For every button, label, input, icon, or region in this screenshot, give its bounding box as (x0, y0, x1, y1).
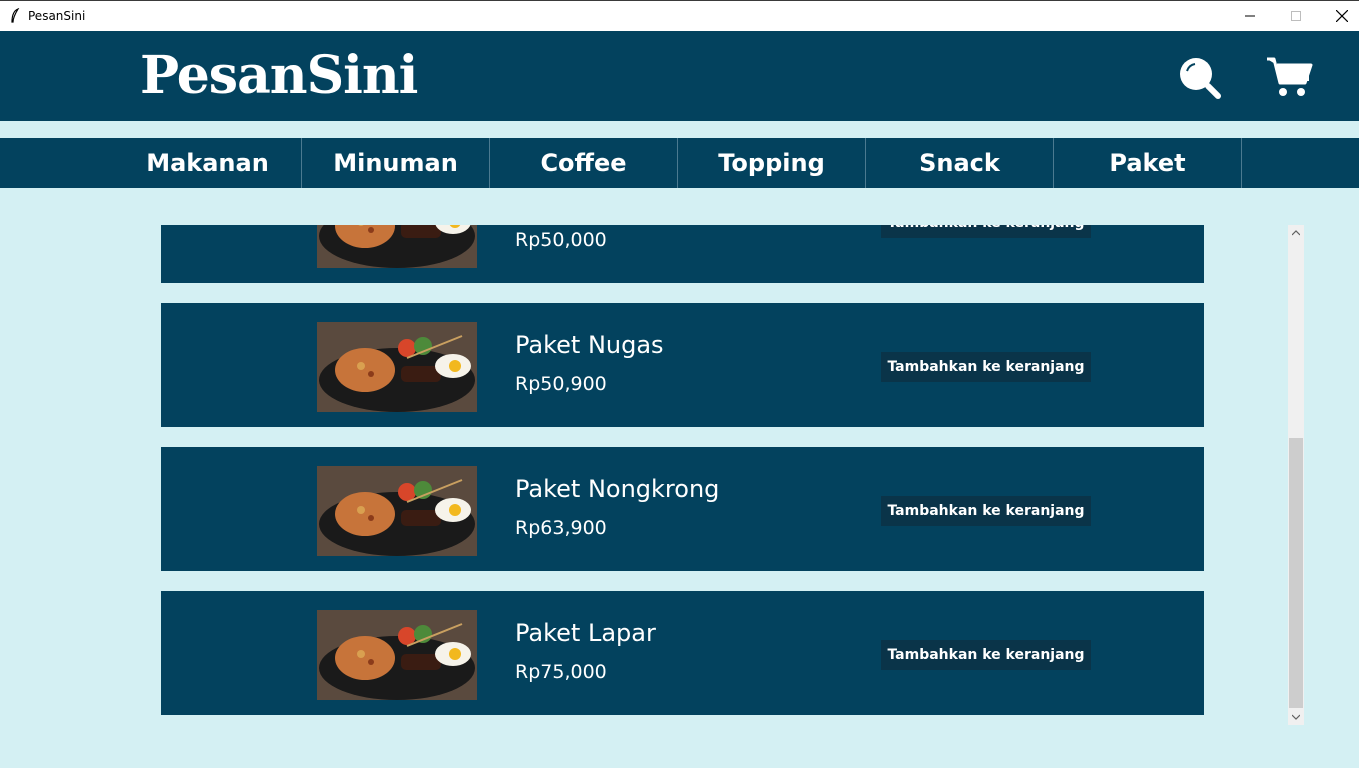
product-price: Rp63,900 (515, 517, 607, 539)
add-to-cart-button[interactable]: Tambahkan ke keranjang (881, 496, 1091, 526)
add-to-cart-button[interactable]: Tambahkan ke keranjang (881, 640, 1091, 670)
product-card: Paket Lapar Rp75,000 Tambahkan ke keranj… (161, 591, 1204, 715)
product-card: Paket Nongkrong Rp63,900 Tambahkan ke ke… (161, 447, 1204, 571)
product-price: Rp75,000 (515, 661, 607, 683)
maximize-icon (1291, 11, 1301, 21)
scroll-up-button[interactable] (1288, 225, 1304, 241)
window-titlebar: PesanSini (0, 0, 1359, 31)
cart-icon[interactable] (1265, 53, 1313, 101)
minimize-button[interactable] (1227, 1, 1273, 31)
window-title: PesanSini (28, 9, 86, 23)
chevron-up-icon (1292, 230, 1300, 236)
close-button[interactable] (1319, 1, 1359, 31)
tab-topping[interactable]: Topping (678, 138, 866, 188)
product-list: Rp50,000 Tambahkan ke keranjang Paket Nu… (161, 225, 1204, 725)
search-icon[interactable] (1175, 53, 1223, 101)
product-card: Rp50,000 Tambahkan ke keranjang (161, 225, 1204, 283)
tab-makanan[interactable]: Makanan (114, 138, 302, 188)
tab-paket[interactable]: Paket (1054, 138, 1242, 188)
add-to-cart-button[interactable]: Tambahkan ke keranjang (881, 225, 1091, 238)
tab-minuman[interactable]: Minuman (302, 138, 490, 188)
product-name: Paket Nugas (515, 331, 664, 359)
close-icon (1336, 10, 1348, 22)
product-image (317, 225, 477, 268)
chevron-down-icon (1292, 714, 1300, 720)
product-card: Paket Nugas Rp50,900 Tambahkan ke keranj… (161, 303, 1204, 427)
product-price: Rp50,900 (515, 373, 607, 395)
add-to-cart-button[interactable]: Tambahkan ke keranjang (881, 352, 1091, 382)
product-name: Paket Lapar (515, 619, 656, 647)
maximize-button[interactable] (1273, 1, 1319, 31)
product-price: Rp50,000 (515, 229, 607, 251)
product-name: Paket Nongkrong (515, 475, 720, 503)
vertical-scrollbar[interactable] (1288, 225, 1304, 725)
product-image (317, 466, 477, 556)
tab-snack[interactable]: Snack (866, 138, 1054, 188)
app-logo: PesanSini (140, 45, 418, 106)
scroll-down-button[interactable] (1288, 709, 1304, 725)
product-image (317, 322, 477, 412)
app-header: PesanSini (0, 31, 1359, 121)
scroll-thumb[interactable] (1289, 438, 1303, 708)
tab-coffee[interactable]: Coffee (490, 138, 678, 188)
minimize-icon (1245, 15, 1255, 17)
product-image (317, 610, 477, 700)
category-nav: Makanan Minuman Coffee Topping Snack Pak… (0, 138, 1359, 188)
feather-icon (11, 8, 20, 23)
